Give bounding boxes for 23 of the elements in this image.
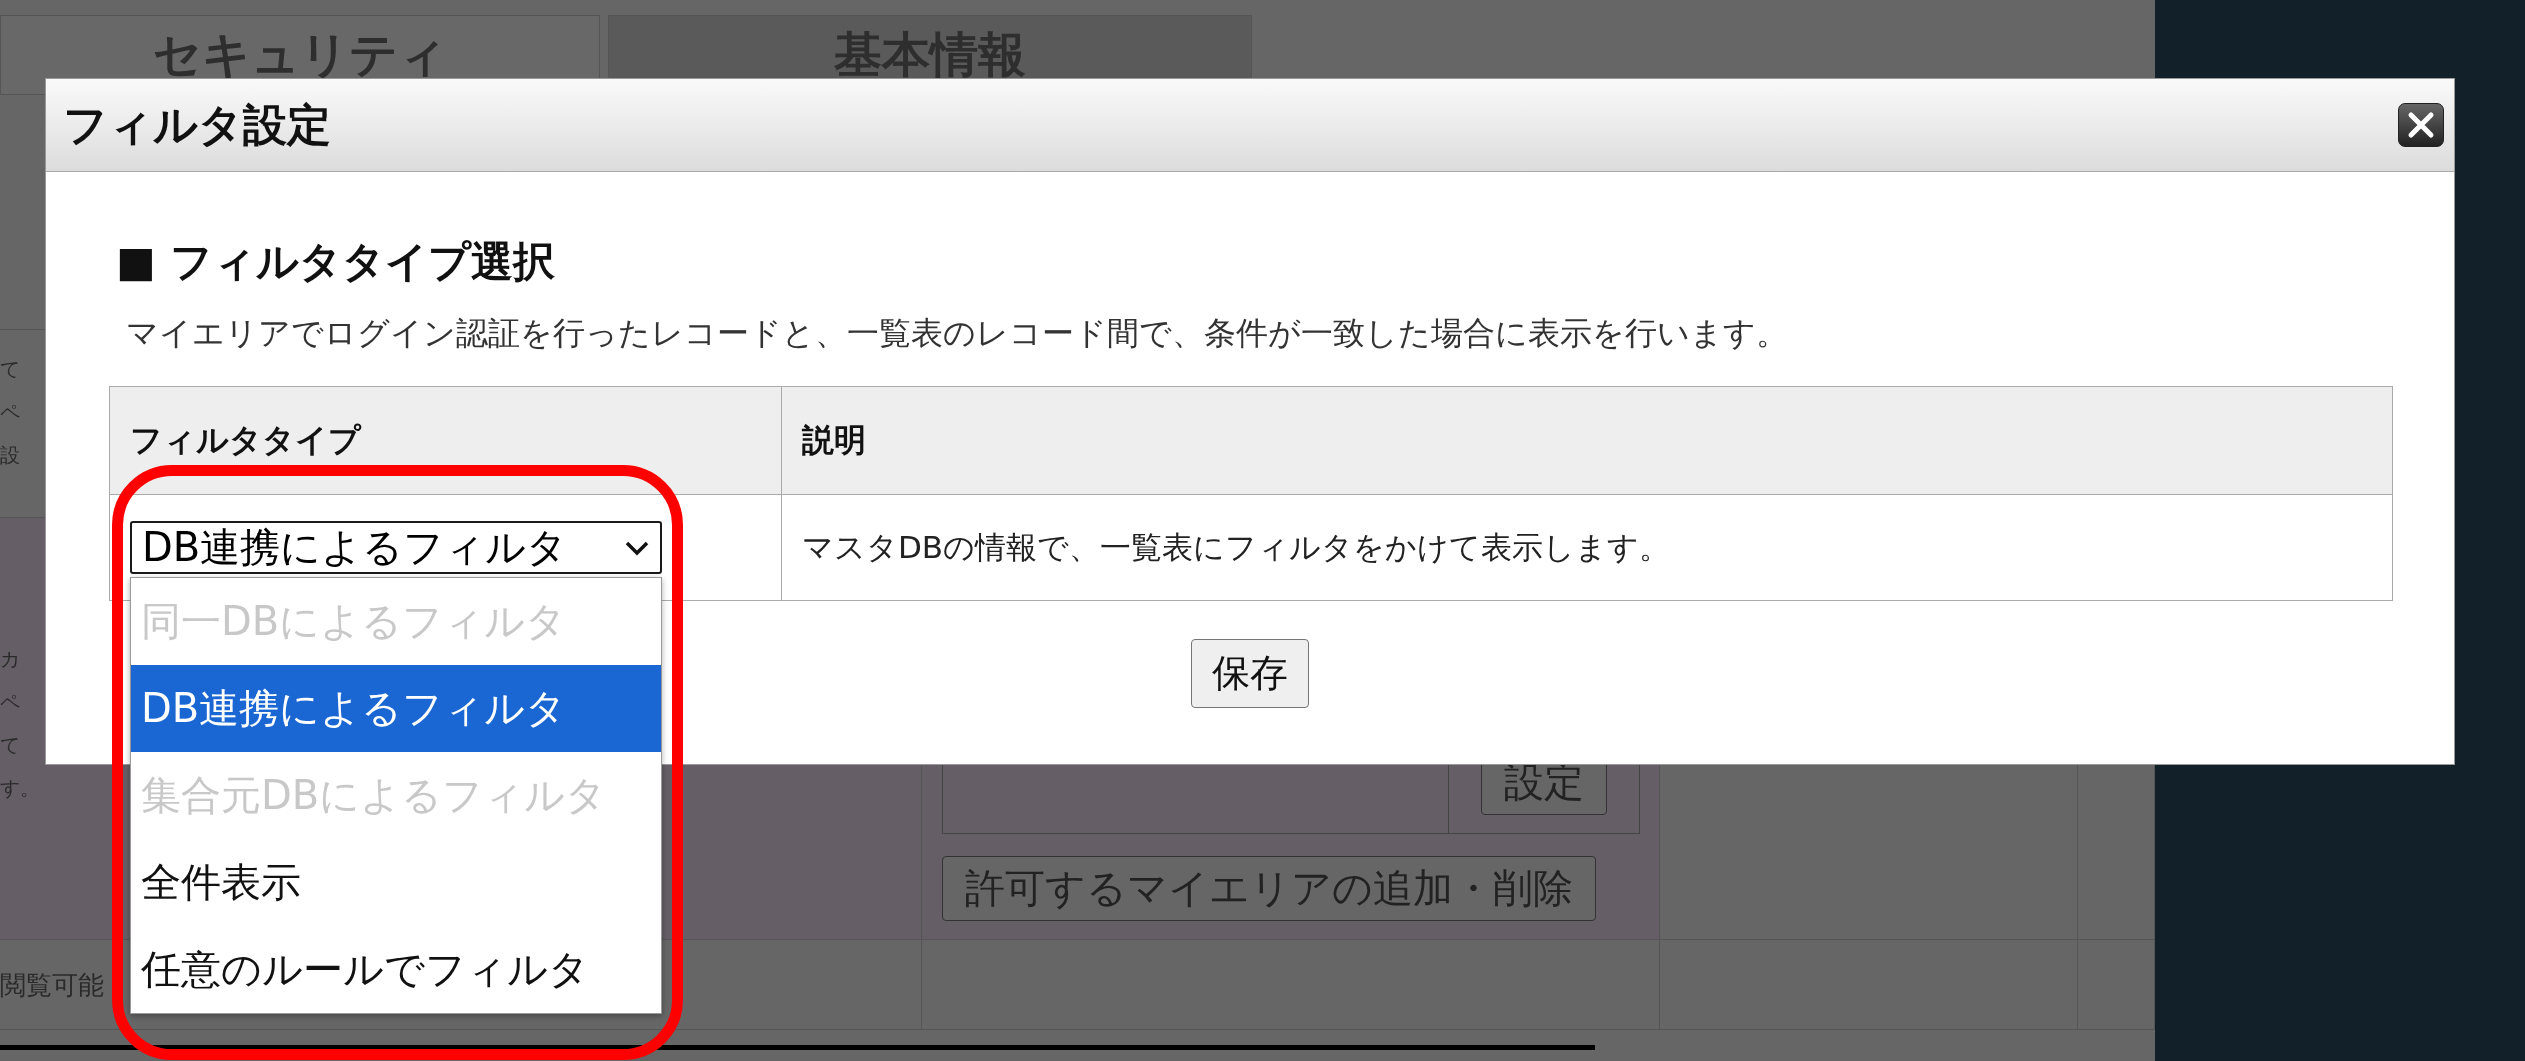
cut-text: て: [0, 732, 21, 759]
cut-text: す。: [0, 775, 41, 802]
close-icon: [2406, 110, 2436, 140]
dropdown-option[interactable]: DB連携によるフィルタ: [131, 665, 661, 752]
table-cell: マスタDBの情報で、一覧表にフィルタをかけて表示します。: [781, 494, 2393, 601]
description-text: マイエリアでログイン認証を行ったレコードと、一覧表のレコード間で、条件が一致した場合に表示を行います。: [126, 313, 1789, 354]
filter-type-select[interactable]: DB連携によるフィルタ: [130, 521, 662, 574]
cut-text: ペ: [0, 399, 21, 426]
row-label: 閲覧可能: [0, 969, 104, 1002]
dropdown-option[interactable]: 任意のルールでフィルタ: [131, 926, 661, 1013]
chevron-down-icon: [624, 539, 650, 556]
column-header: フィルタタイプ: [109, 386, 782, 495]
dialog-title: フィルタ設定: [63, 97, 331, 152]
cut-text: 設: [0, 442, 21, 469]
dropdown-option[interactable]: 全件表示: [131, 839, 661, 926]
save-button[interactable]: 保存: [1191, 639, 1309, 708]
cut-text: カ: [0, 646, 21, 673]
column-header: 説明: [781, 386, 2393, 495]
section-heading: ■ フィルタタイプ選択: [116, 236, 557, 288]
close-button[interactable]: [2398, 103, 2444, 147]
add-remove-button[interactable]: 許可するマイエリアの追加・削除: [942, 856, 1596, 921]
cut-text: ペ: [0, 689, 21, 716]
cut-text: て: [0, 356, 21, 383]
